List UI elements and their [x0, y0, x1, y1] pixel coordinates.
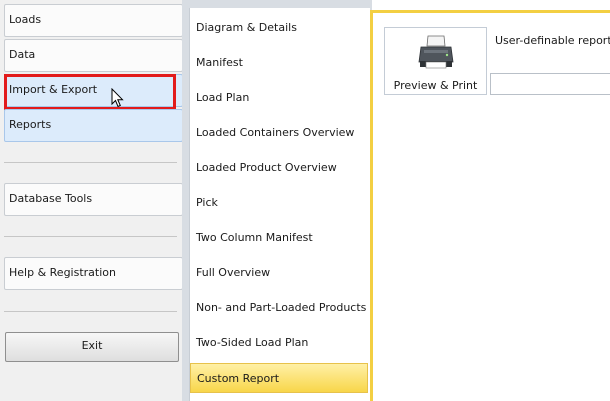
nav-loads-button[interactable]: Loads: [4, 4, 183, 37]
left-navigation: Loads Data Import & Export Reports Datab…: [0, 0, 183, 401]
user-reports-label: User-definable reports: [495, 34, 610, 47]
report-item-loaded-product-overview[interactable]: Loaded Product Overview: [196, 161, 337, 175]
report-item-non-part-loaded-products[interactable]: Non- and Part-Loaded Products: [196, 301, 366, 315]
nav-separator: [4, 162, 177, 163]
highlight-box: [4, 74, 176, 110]
preview-print-label: Preview & Print: [393, 79, 478, 92]
user-reports-field[interactable]: [490, 73, 610, 95]
mouse-cursor-icon: [111, 88, 124, 108]
report-item-pick[interactable]: Pick: [196, 196, 218, 210]
preview-print-button[interactable]: Preview & Print: [384, 27, 487, 95]
report-item-two-column-manifest[interactable]: Two Column Manifest: [196, 231, 313, 245]
nav-reports-button[interactable]: Reports: [4, 109, 183, 142]
nav-help-registration-button[interactable]: Help & Registration: [4, 257, 183, 290]
nav-separator: [4, 236, 177, 237]
report-item-diagram-details[interactable]: Diagram & Details: [196, 21, 297, 35]
exit-button[interactable]: Exit: [5, 332, 179, 362]
report-content-panel: Preview & Print User-definable reports: [370, 10, 610, 401]
report-item-two-sided-load-plan[interactable]: Two-Sided Load Plan: [196, 336, 308, 350]
nav-separator: [4, 311, 177, 312]
printer-icon: [418, 35, 454, 69]
report-item-custom-report[interactable]: Custom Report: [190, 363, 368, 393]
report-item-full-overview[interactable]: Full Overview: [196, 266, 270, 280]
report-item-load-plan[interactable]: Load Plan: [196, 91, 249, 105]
report-item-manifest[interactable]: Manifest: [196, 56, 243, 70]
report-list-panel: Diagram & Details Manifest Load Plan Loa…: [182, 0, 372, 401]
report-item-loaded-containers-overview[interactable]: Loaded Containers Overview: [196, 126, 354, 140]
nav-database-tools-button[interactable]: Database Tools: [4, 183, 183, 216]
nav-data-button[interactable]: Data: [4, 39, 183, 72]
report-list: Diagram & Details Manifest Load Plan Loa…: [189, 8, 370, 401]
